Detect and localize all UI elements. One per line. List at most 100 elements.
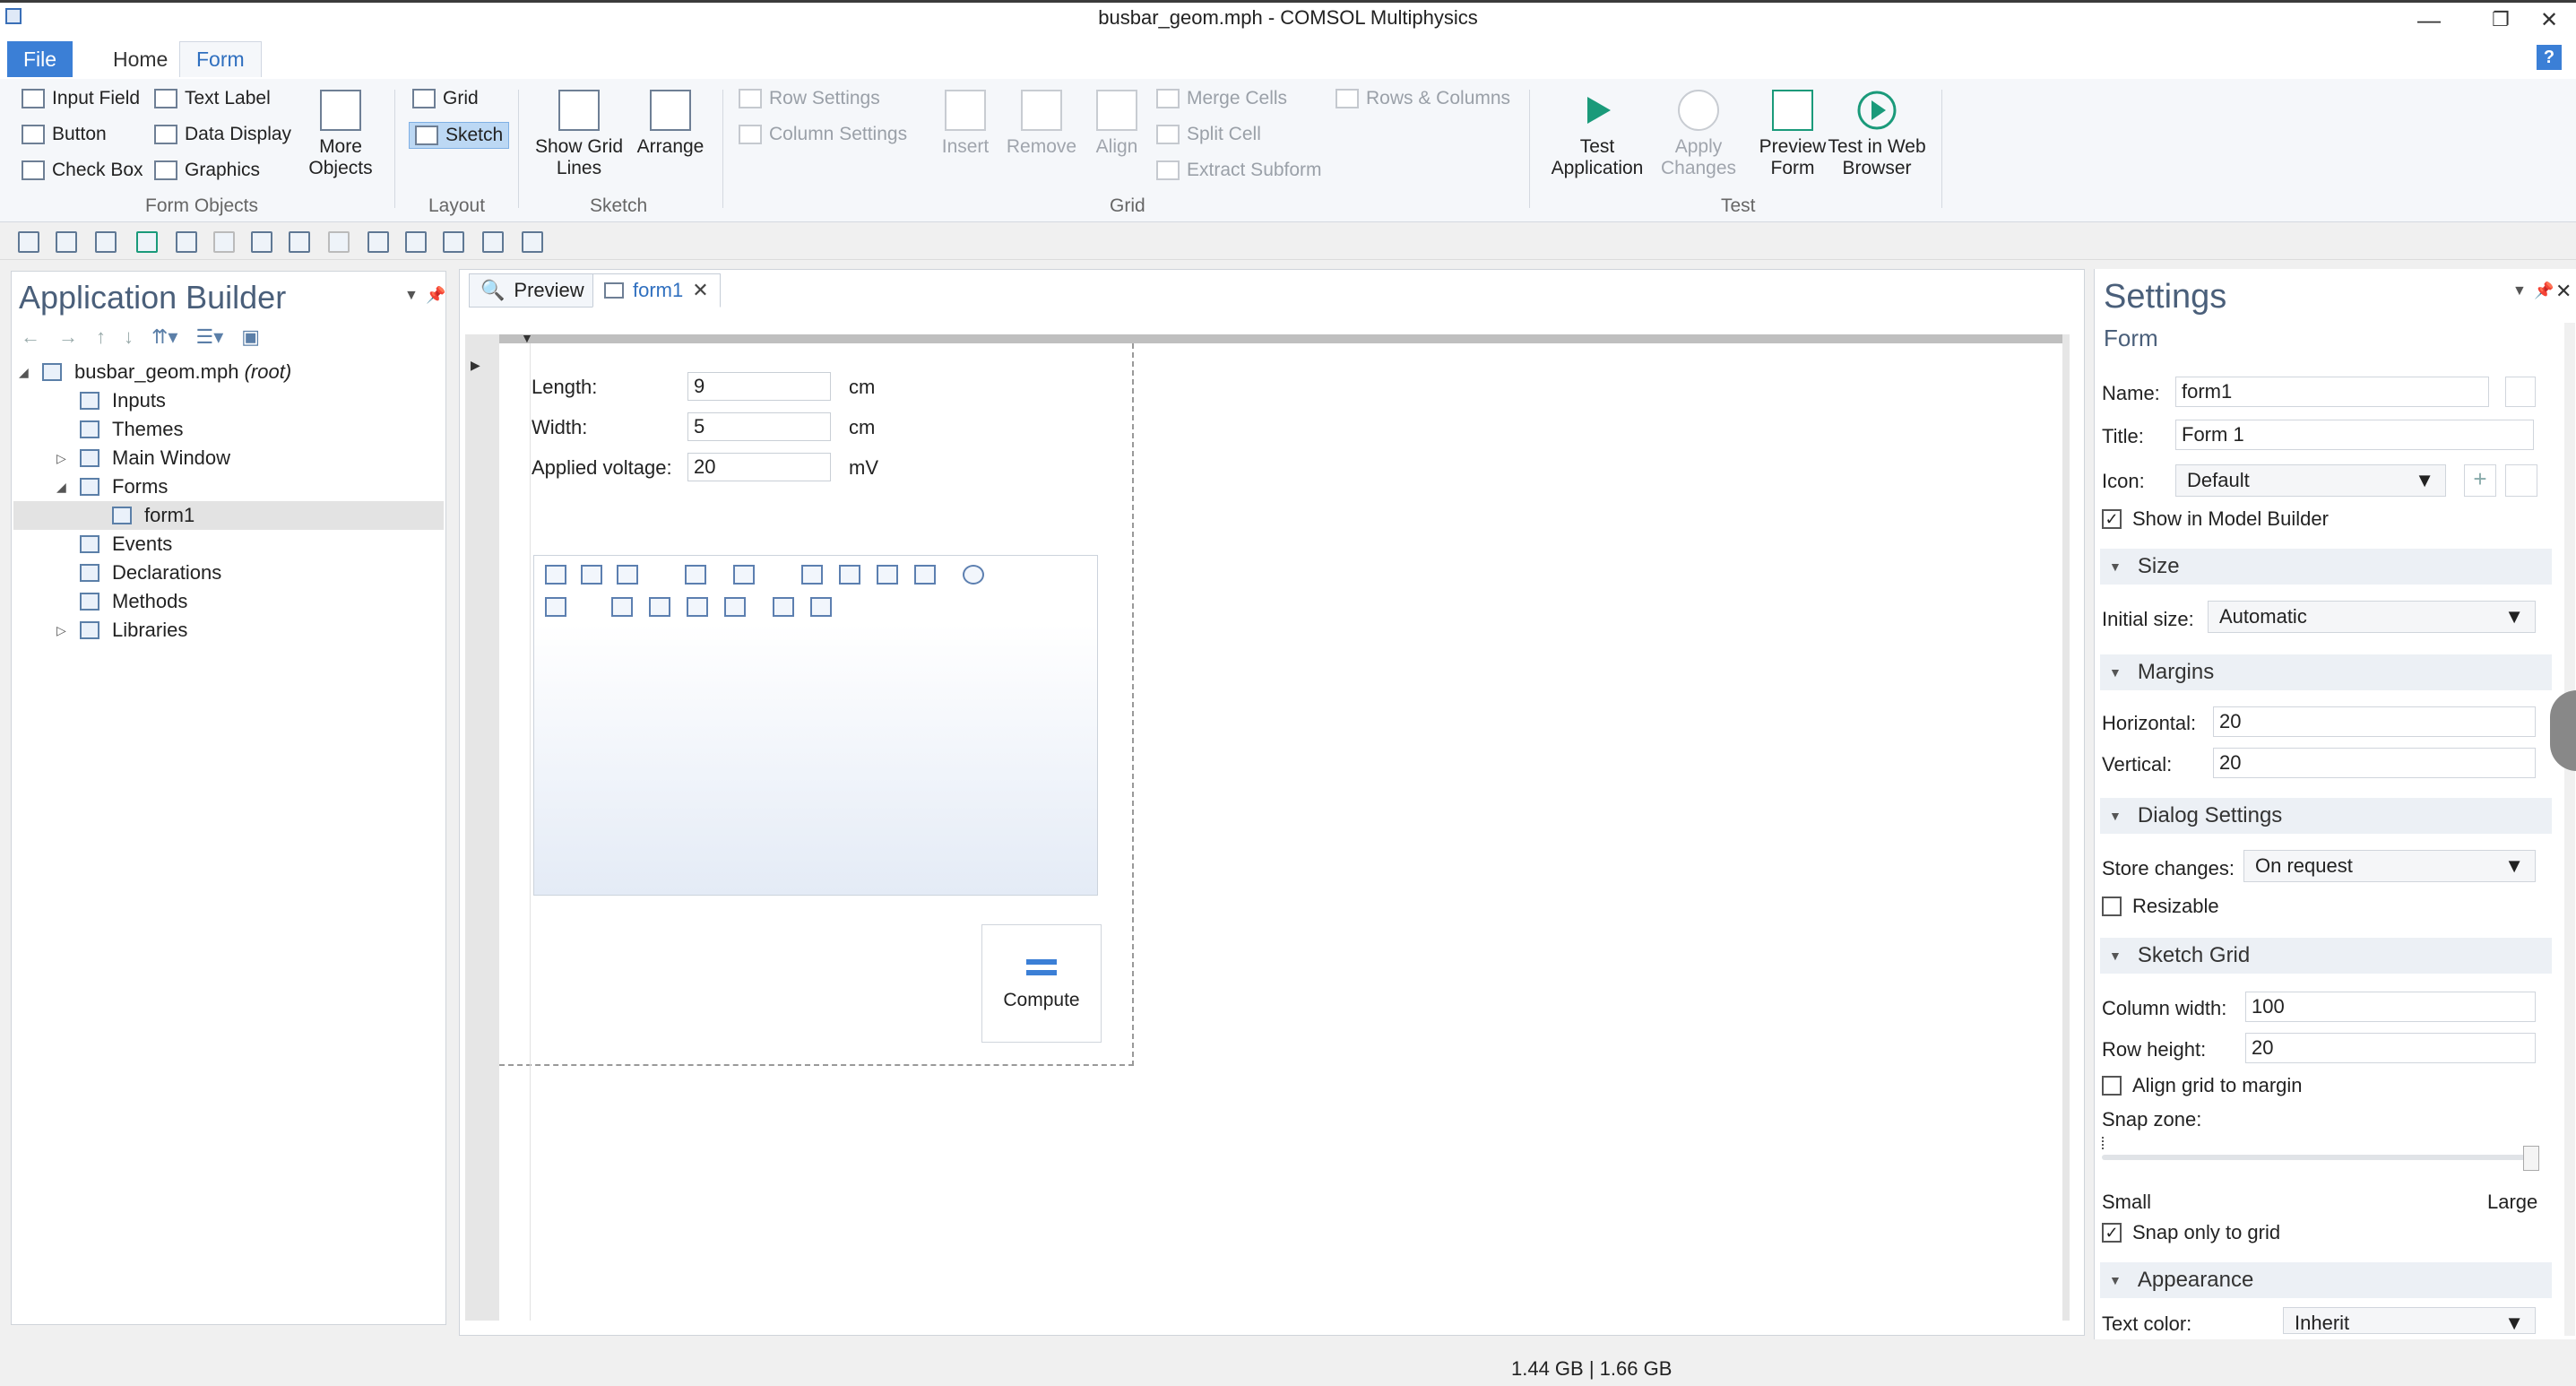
tab-home[interactable]: Home [97, 41, 184, 77]
pin-icon[interactable]: 📌 [2534, 282, 2554, 300]
test-in-web-browser-button[interactable]: Test in Web Browser [1825, 90, 1929, 179]
grid-layout-button[interactable]: Grid [412, 88, 479, 109]
sketch-canvas[interactable]: ▶ ▼ Length: 9 cm Width: 5 cm Applied vol… [465, 331, 2070, 1321]
tree-item-themes[interactable]: Themes [80, 415, 183, 444]
voltage-input[interactable]: 20 [687, 453, 831, 481]
reset-view-icon[interactable] [687, 597, 708, 617]
light-icon[interactable] [545, 597, 566, 617]
deselect-icon[interactable] [443, 231, 464, 253]
find-icon[interactable] [482, 231, 504, 253]
show-icon[interactable]: ▣ [241, 325, 260, 349]
collapse-arrow-icon[interactable]: ◢ [56, 480, 73, 495]
close-tab-icon[interactable]: ✕ [692, 279, 708, 302]
graphics-object[interactable] [533, 555, 1098, 896]
vertical-input[interactable]: 20 [2213, 748, 2536, 778]
collapse-icon[interactable]: ☰▾ [195, 325, 223, 349]
check-box-button[interactable]: Check Box [22, 160, 143, 181]
apply-changes-button[interactable]: Apply Changes [1649, 90, 1748, 179]
tab-form[interactable]: Form [179, 41, 262, 77]
margins-section[interactable]: ▼ Margins [2100, 654, 2552, 690]
store-changes-select[interactable]: On request ▼ [2243, 850, 2536, 882]
tree-item-main-window[interactable]: ▷ Main Window [56, 444, 230, 472]
icon-select[interactable]: Default ▼ [2175, 464, 2446, 497]
tab-file[interactable]: File [7, 41, 73, 77]
move-down-icon[interactable]: ↓ [124, 325, 134, 349]
remove-button[interactable]: Remove [1000, 90, 1083, 158]
xy-view-icon[interactable] [801, 565, 823, 585]
text-color-select[interactable]: Inherit ▼ [2283, 1307, 2536, 1334]
length-input[interactable]: 9 [687, 372, 831, 401]
compute-button[interactable]: Compute [981, 924, 1102, 1043]
row-settings-button[interactable]: Row Settings [739, 88, 880, 109]
image-icon[interactable] [2505, 464, 2537, 497]
duplicate-icon[interactable] [367, 231, 389, 253]
tree-item-declarations[interactable]: Declarations [80, 559, 221, 587]
default-view-icon[interactable] [914, 565, 936, 585]
initial-size-select[interactable]: Automatic ▼ [2208, 601, 2536, 633]
cut-icon[interactable] [251, 231, 272, 253]
paste-icon[interactable] [328, 231, 350, 253]
tree-item-inputs[interactable]: Inputs [80, 386, 166, 415]
tree-item-libraries[interactable]: ▷ Libraries [56, 616, 187, 645]
add-icon[interactable]: + [2464, 464, 2496, 497]
panel-menu-icon[interactable]: ▼ [404, 288, 419, 304]
arrange-button[interactable]: Arrange [633, 90, 708, 158]
run-icon[interactable] [136, 231, 158, 253]
rows-columns-button[interactable]: Rows & Columns [1336, 88, 1510, 109]
help-button[interactable]: ? [2537, 45, 2562, 70]
snap-zone-slider[interactable] [2102, 1155, 2536, 1160]
preview-form-button[interactable]: Preview Form [1748, 90, 1837, 179]
button-object-button[interactable]: Button [22, 124, 107, 145]
zoom-box-icon[interactable] [617, 565, 638, 585]
appearance-section[interactable]: ▼ Appearance [2100, 1262, 2552, 1298]
input-field-button[interactable]: Input Field [22, 88, 140, 109]
pin-icon[interactable]: 📌 [426, 286, 445, 305]
form-canvas[interactable]: ▶ ▼ Length: 9 cm Width: 5 cm Applied vol… [471, 331, 2062, 1321]
collapse-arrow-icon[interactable]: ◢ [19, 365, 35, 380]
show-grid-lines-button[interactable]: Show Grid Lines [532, 90, 626, 179]
back-icon[interactable]: ← [21, 325, 40, 349]
restore-button[interactable]: ❐ [2474, 4, 2528, 35]
tree-item-methods[interactable]: Methods [80, 587, 187, 616]
transparency-icon[interactable] [611, 597, 633, 617]
select-icon[interactable] [405, 231, 427, 253]
panel-collapse-handle[interactable] [2550, 690, 2576, 771]
column-settings-button[interactable]: Column Settings [739, 124, 907, 145]
tab-form1[interactable]: form1 ✕ [592, 273, 721, 308]
snap-only-checkbox[interactable]: ✓ Snap only to grid [2102, 1221, 2280, 1244]
zoom-extents-icon[interactable] [685, 565, 706, 585]
tree-item-forms[interactable]: ◢ Forms [56, 472, 168, 501]
more-objects-button[interactable]: More Objects [301, 90, 380, 179]
tree-item-form1[interactable]: form1 [13, 501, 444, 530]
text-label-button[interactable]: Text Label [154, 88, 271, 109]
copy-icon[interactable] [289, 231, 310, 253]
expand-arrow-icon[interactable]: ▷ [56, 451, 73, 466]
align-grid-checkbox[interactable]: Align grid to margin [2102, 1074, 2303, 1097]
yz-view-icon[interactable] [839, 565, 860, 585]
column-width-input[interactable]: 100 [2245, 992, 2536, 1022]
expand-arrow-icon[interactable]: ▷ [56, 623, 73, 638]
test-application-button[interactable]: Test Application [1543, 90, 1651, 179]
sketch-grid-section[interactable]: ▼ Sketch Grid [2100, 938, 2552, 974]
save-as-icon[interactable] [95, 231, 117, 253]
open-icon[interactable] [18, 231, 39, 253]
tab-preview[interactable]: 🔍 Preview [469, 273, 596, 308]
zoom-out-icon[interactable] [581, 565, 602, 585]
camera-icon[interactable] [773, 597, 794, 617]
panel-menu-icon[interactable]: ▼ [2512, 283, 2527, 299]
color-legend-icon[interactable] [724, 597, 746, 617]
expand-icon[interactable]: ⇈▾ [151, 325, 177, 349]
data-display-button[interactable]: Data Display [154, 124, 291, 145]
undo-icon[interactable] [176, 231, 197, 253]
move-up-icon[interactable]: ↑ [96, 325, 106, 349]
split-cell-button[interactable]: Split Cell [1156, 124, 1261, 145]
extract-subform-button[interactable]: Extract Subform [1156, 160, 1322, 181]
print-icon[interactable] [810, 597, 832, 617]
name-input[interactable]: form1 [2175, 377, 2489, 407]
tree-item-events[interactable]: Events [80, 530, 172, 559]
axis-icon[interactable] [733, 565, 755, 585]
xz-view-icon[interactable] [877, 565, 898, 585]
grid-toggle-icon[interactable] [649, 597, 670, 617]
merge-cells-button[interactable]: Merge Cells [1156, 88, 1287, 109]
snap-zone-handle[interactable] [2523, 1146, 2539, 1171]
